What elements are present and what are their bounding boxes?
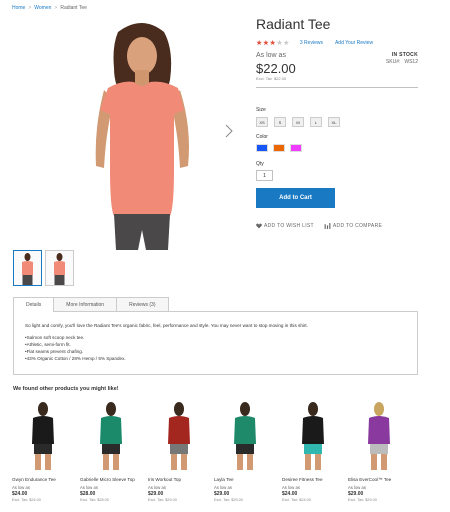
tab-panel-details: So light and comfy, you'll love the Radi…: [13, 311, 418, 375]
divider: [256, 87, 418, 88]
tab-more-information[interactable]: More Information: [53, 297, 118, 311]
breadcrumb: Home > Women > Radiant Tee: [12, 5, 87, 11]
related-product-excl-tax: Excl. Tax: $29.00: [348, 498, 377, 502]
tab-details[interactable]: Details: [13, 297, 55, 312]
related-product[interactable]: Desiree Fitness Tee As low as $24.00 Exc…: [282, 400, 344, 502]
size-option-xs[interactable]: XS: [256, 117, 268, 127]
related-product-image[interactable]: [348, 400, 410, 470]
add-review-link[interactable]: Add Your Review: [335, 40, 373, 46]
related-product-excl-tax: Excl. Tax: $28.00: [80, 498, 109, 502]
related-product-excl-tax: Excl. Tax: $24.00: [12, 498, 41, 502]
thumbnail-front-image: [22, 253, 33, 285]
related-product-price: $29.00: [348, 491, 364, 497]
related-product-excl-tax: Excl. Tax: $29.00: [214, 498, 243, 502]
size-label: Size: [256, 107, 266, 113]
related-product-as-low-as: As low as: [80, 485, 98, 490]
related-product-image[interactable]: [148, 400, 210, 470]
related-product-image[interactable]: [282, 400, 344, 470]
product-main-image[interactable]: [70, 18, 215, 250]
related-product-image[interactable]: [214, 400, 276, 470]
product-description: So light and comfy, you'll love the Radi…: [25, 323, 308, 328]
rating-stars-filled: ★★★★★: [256, 40, 277, 47]
add-to-cart-button[interactable]: Add to Cart: [256, 188, 335, 208]
related-product-image[interactable]: [12, 400, 74, 470]
related-product-as-low-as: As low as: [148, 485, 166, 490]
as-low-as-label: As low as: [256, 52, 286, 59]
feature-item: 43% Organic Cotton / 28% Hemp / 5% Spand…: [25, 355, 406, 362]
related-product[interactable]: Gwyn Endurance Tee As low as $24.00 Excl…: [12, 400, 74, 502]
related-product-name[interactable]: Iris Workout Top: [148, 477, 210, 483]
size-option-m[interactable]: M: [292, 117, 304, 127]
add-to-compare-button[interactable]: ADD TO COMPARE: [324, 223, 382, 229]
related-product[interactable]: Gabrielle Micro Sleeve Top As low as $28…: [80, 400, 142, 502]
related-product-excl-tax: Excl. Tax: $24.00: [282, 498, 311, 502]
related-products-title: We found other products you might like!: [13, 386, 119, 392]
related-product-name[interactable]: Gwyn Endurance Tee: [12, 477, 74, 483]
add-to-compare-label: ADD TO COMPARE: [332, 223, 383, 229]
related-product-as-low-as: As low as: [348, 485, 366, 490]
color-swatch-orange[interactable]: [273, 144, 285, 152]
thumbnail-front[interactable]: [13, 250, 42, 286]
sku-value: WS12: [404, 59, 418, 65]
add-to-wishlist-label: ADD TO WISH LIST: [264, 223, 314, 229]
qty-input[interactable]: 1: [256, 170, 273, 181]
size-options: XS S M L XL: [256, 117, 340, 127]
feature-item: Flat seams prevent chafing.: [25, 348, 406, 355]
heart-icon: [256, 223, 262, 229]
qty-label: Qty: [256, 161, 264, 167]
size-option-xl[interactable]: XL: [328, 117, 340, 127]
sku-label: SKU#:: [385, 59, 401, 65]
excl-tax-price: $22.00: [273, 76, 287, 81]
related-product[interactable]: Layla Tee As low as $29.00 Excl. Tax: $2…: [214, 400, 276, 502]
related-product-price: $29.00: [214, 491, 230, 497]
related-product-as-low-as: As low as: [282, 485, 300, 490]
sku: SKU#: WS12: [386, 59, 418, 65]
size-option-l[interactable]: L: [310, 117, 322, 127]
excl-tax-label: Excl. Tax: [256, 76, 272, 81]
breadcrumb-separator: >: [54, 5, 58, 11]
rating-summary: ★★★★★ ★★★★★ 3 Reviews Add Your Review: [256, 39, 373, 47]
product-actions: ADD TO WISH LIST ADD TO COMPARE: [256, 223, 382, 229]
size-option-s[interactable]: S: [274, 117, 286, 127]
compare-icon: [324, 223, 331, 229]
product-title: Radiant Tee: [256, 16, 331, 32]
product-tabs: Details More Information Reviews (3): [13, 297, 169, 312]
related-product-excl-tax: Excl. Tax: $29.00: [148, 498, 177, 502]
feature-item: Salmon soft scoop neck tee.: [25, 334, 406, 341]
related-product-price: $24.00: [282, 491, 298, 497]
breadcrumb-women[interactable]: Women: [34, 5, 51, 11]
related-product-as-low-as: As low as: [12, 485, 30, 490]
color-swatch-blue[interactable]: [256, 144, 268, 152]
feature-item: Athletic, semi-form fit.: [25, 341, 406, 348]
color-label: Color: [256, 134, 268, 140]
product-price: $22.00: [256, 61, 296, 76]
color-options: [256, 144, 302, 152]
stock-status: IN STOCK: [391, 52, 418, 58]
product-features: Salmon soft scoop neck tee. Athletic, se…: [25, 334, 406, 362]
related-product-image[interactable]: [80, 400, 142, 470]
thumbnail-back[interactable]: [45, 250, 74, 286]
add-to-wishlist-button[interactable]: ADD TO WISH LIST: [256, 223, 314, 229]
related-product-name[interactable]: Elisa EverCool™ Tee: [348, 477, 410, 483]
next-image-arrow-icon[interactable]: [225, 124, 233, 138]
related-product-name[interactable]: Desiree Fitness Tee: [282, 477, 344, 483]
breadcrumb-separator: >: [28, 5, 32, 11]
breadcrumb-current: Radiant Tee: [60, 5, 87, 11]
related-product[interactable]: Elisa EverCool™ Tee As low as $29.00 Exc…: [348, 400, 410, 502]
related-product-as-low-as: As low as: [214, 485, 232, 490]
breadcrumb-home[interactable]: Home: [12, 5, 25, 11]
excl-tax: Excl. Tax $22.00: [256, 76, 286, 81]
related-product-price: $24.00: [12, 491, 28, 497]
related-product-price: $29.00: [148, 491, 164, 497]
reviews-link[interactable]: 3 Reviews: [300, 40, 323, 46]
rating-stars: ★★★★★ ★★★★★: [256, 39, 290, 47]
thumbnail-back-image: [54, 253, 65, 285]
related-product-price: $28.00: [80, 491, 96, 497]
related-product-name[interactable]: Layla Tee: [214, 477, 276, 483]
related-product[interactable]: Iris Workout Top As low as $29.00 Excl. …: [148, 400, 210, 502]
color-swatch-purple[interactable]: [290, 144, 302, 152]
related-product-name[interactable]: Gabrielle Micro Sleeve Top: [80, 477, 142, 483]
tab-reviews[interactable]: Reviews (3): [116, 297, 169, 311]
